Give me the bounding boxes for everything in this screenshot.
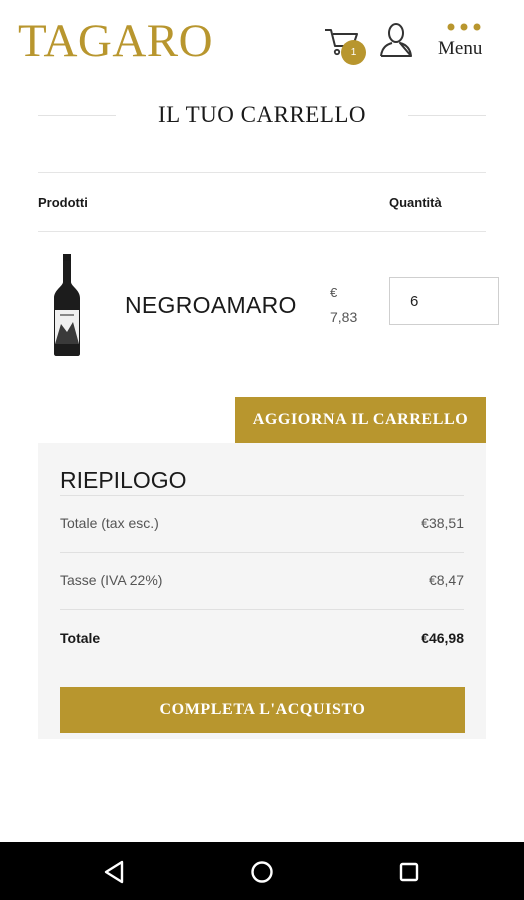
cart-button[interactable]: 1 (323, 24, 367, 65)
tax-label: Tasse (IVA 22%) (60, 572, 163, 588)
summary-divider (60, 495, 464, 496)
menu-dots-icon (447, 23, 481, 31)
product-price: 7,83 (330, 309, 358, 325)
menu-button[interactable]: Menu (436, 22, 492, 62)
divider (38, 231, 486, 232)
user-icon[interactable] (378, 22, 414, 58)
total-label: Totale (60, 630, 101, 646)
system-nav-bar (0, 842, 524, 900)
subtotal-label: Totale (tax esc.) (60, 515, 159, 531)
quantity-input[interactable] (389, 277, 499, 325)
summary-divider (60, 552, 464, 553)
tax-value: €8,47 (428, 572, 464, 588)
cart-count-badge: 1 (341, 40, 366, 65)
app-header: TAGARO 1 Menu (0, 0, 524, 82)
product-price-currency: € (330, 285, 338, 300)
product-image (54, 254, 80, 356)
summary-title: RIEPILOGO (60, 467, 187, 493)
logo[interactable]: TAGARO (18, 14, 213, 68)
column-header-products: Prodotti (38, 195, 88, 210)
summary-divider (60, 609, 464, 610)
order-summary-panel: RIEPILOGO Totale (tax esc.) €38,51 Tasse… (38, 443, 486, 739)
back-icon[interactable] (103, 860, 125, 884)
divider (38, 172, 486, 173)
home-icon[interactable] (250, 860, 274, 884)
column-header-quantity: Quantità (389, 195, 442, 210)
subtotal-value: €38,51 (421, 515, 464, 531)
update-cart-button[interactable]: AGGIORNA IL CARRELLO (235, 397, 486, 443)
product-name[interactable]: NEGROAMARO (125, 292, 297, 319)
page-title-row: IL TUO CARRELLO (38, 100, 486, 132)
total-value: €46,98 (421, 630, 464, 646)
recent-apps-icon[interactable] (399, 862, 419, 882)
title-divider-right (408, 115, 486, 116)
checkout-button[interactable]: COMPLETA L'ACQUISTO (60, 687, 465, 733)
menu-label: Menu (438, 38, 483, 59)
